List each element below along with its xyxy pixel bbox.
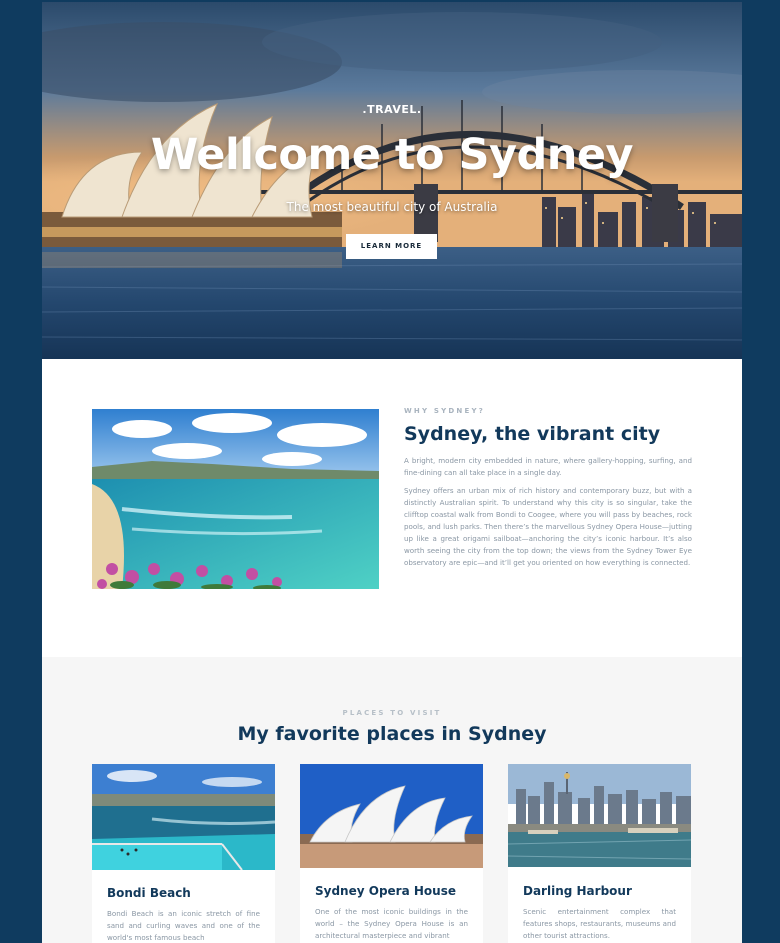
hero-subtitle: The most beautiful city of Australia <box>286 200 498 214</box>
places-kicker: PLACES TO VISIT <box>342 709 442 717</box>
about-kicker: WHY SYDNEY? <box>404 407 485 415</box>
places-title: My favorite places in Sydney <box>237 723 547 745</box>
about-paragraph-2: Sydney offers an urban mix of rich histo… <box>404 486 692 567</box>
place-card-darling-harbour[interactable]: Darling Harbour Scenic entertainment com… <box>508 764 691 943</box>
place-card-bondi-beach[interactable]: Bondi Beach Bondi Beach is an iconic str… <box>92 764 275 943</box>
bondi-beach-card-image <box>92 764 275 870</box>
place-card-title: Bondi Beach <box>107 886 191 900</box>
about-paragraph-1: A bright, modern city embedded in nature… <box>404 456 692 477</box>
hero-kicker: .TRAVEL. <box>362 103 422 116</box>
opera-house-card-image <box>300 764 483 868</box>
place-card-title: Darling Harbour <box>523 884 632 898</box>
places-section: PLACES TO VISIT My favorite places in Sy… <box>42 657 742 943</box>
page-container: .TRAVEL. Wellcome to Sydney The most bea… <box>42 2 742 943</box>
learn-more-button[interactable]: LEARN MORE <box>346 234 437 259</box>
place-card-title: Sydney Opera House <box>315 884 456 898</box>
place-card-description: Scenic entertainment complex that featur… <box>523 907 676 940</box>
hero-overlay: .TRAVEL. Wellcome to Sydney The most bea… <box>42 2 742 359</box>
about-text-block: WHY SYDNEY? Sydney, the vibrant city A b… <box>404 407 692 569</box>
place-card-description: One of the most iconic buildings in the … <box>315 907 468 940</box>
hero-title: Wellcome to Sydney <box>150 130 634 180</box>
bondi-beach-image <box>92 409 379 589</box>
place-card-description: Bondi Beach is an iconic stretch of fine… <box>107 909 260 942</box>
place-card-sydney-opera-house[interactable]: Sydney Opera House One of the most iconi… <box>300 764 483 943</box>
about-title: Sydney, the vibrant city <box>404 423 661 445</box>
hero-section: .TRAVEL. Wellcome to Sydney The most bea… <box>42 2 742 359</box>
darling-harbour-card-image <box>508 764 691 867</box>
